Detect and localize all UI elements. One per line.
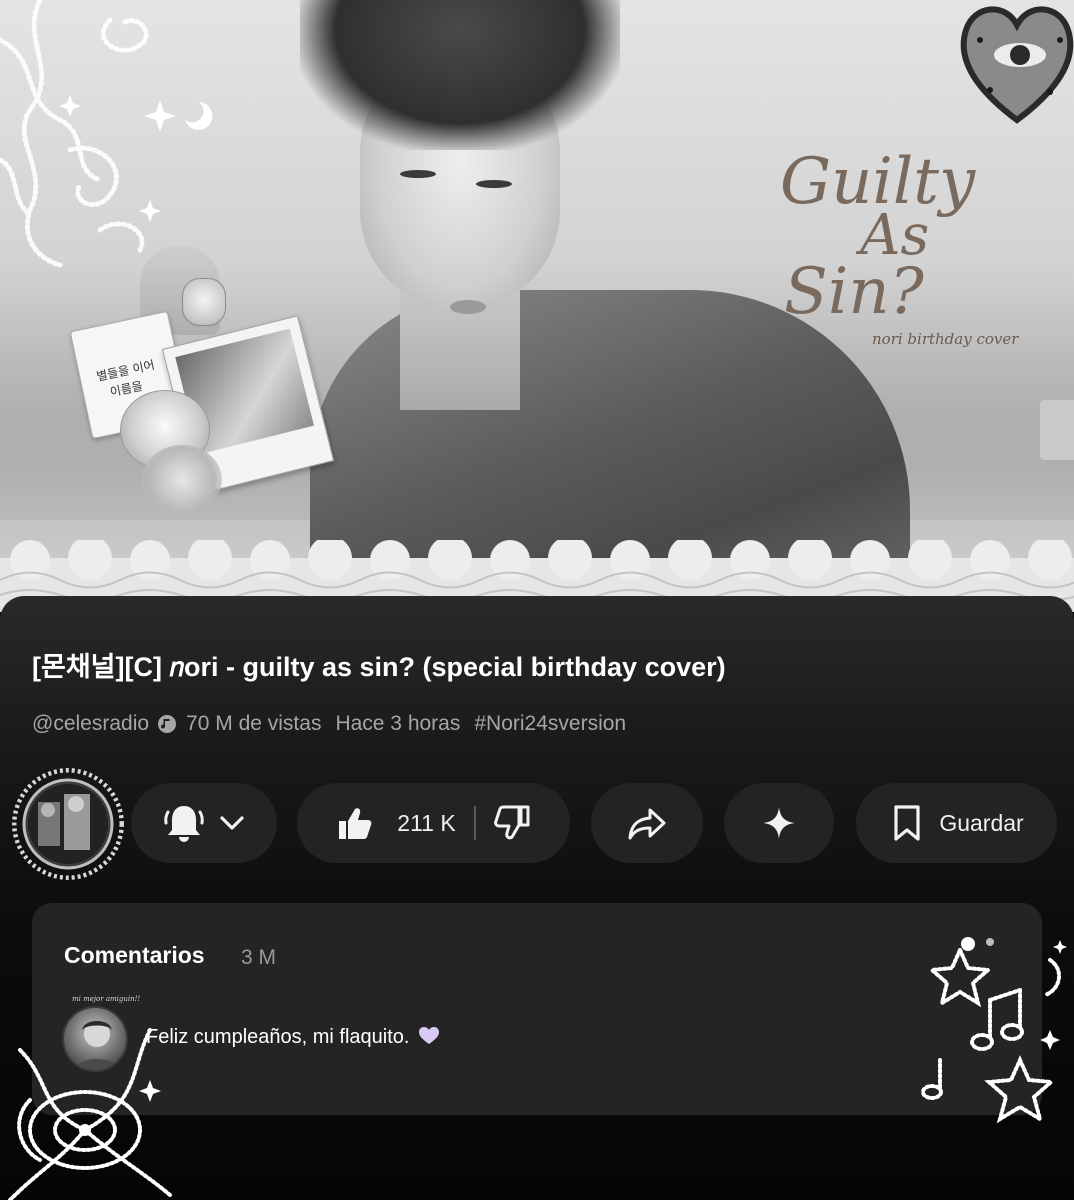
- share-button[interactable]: [591, 783, 703, 863]
- hair: [300, 0, 620, 150]
- share-icon: [628, 808, 666, 840]
- channel-avatar[interactable]: [12, 768, 124, 880]
- cover-title-line3: Sin?: [784, 255, 924, 329]
- like-dislike-group: 211 K: [297, 783, 570, 863]
- flower-decoration: [8, 1028, 172, 1200]
- stars-music-decoration: [921, 937, 1067, 1124]
- posted-time: Hace 3 horas: [335, 712, 461, 735]
- ask-ai-button[interactable]: [724, 783, 834, 863]
- heart-frame-eye-sticker: [960, 6, 1074, 124]
- thumbs-up-icon[interactable]: [335, 803, 375, 843]
- like-divider: [473, 806, 476, 840]
- save-button[interactable]: Guardar: [856, 783, 1057, 863]
- mouth: [450, 300, 486, 314]
- thumbs-down-icon[interactable]: [492, 803, 532, 843]
- cover-subtitle: nori birthday cover: [872, 330, 1019, 348]
- video-thumbnail[interactable]: 별들을 이어 이름을 Guilty As Sin? nori birthday …: [0, 0, 1074, 612]
- comments-title: Comentarios: [64, 942, 205, 968]
- verified-music-icon: [158, 715, 177, 733]
- background-outlet: [1040, 400, 1074, 460]
- like-count: 211 K: [397, 809, 456, 836]
- cover-title: Guilty As Sin? nori birthday cover: [780, 150, 1020, 350]
- video-metadata: @celesradio 70 M de vistas Hace 3 horas …: [32, 709, 626, 739]
- bookmark-icon: [894, 805, 920, 841]
- hashtag-link[interactable]: #Nori24sversion: [474, 712, 626, 736]
- chevron-down-icon: [220, 816, 244, 830]
- view-count: 70 M de vistas: [186, 712, 322, 735]
- comments-count: 3 M: [241, 946, 277, 969]
- right-eye: [476, 180, 512, 188]
- sparkle-icon: [763, 807, 795, 839]
- channel-handle[interactable]: @celesradio: [32, 712, 149, 736]
- save-label: Guardar: [939, 809, 1024, 836]
- heart-icon: [419, 1027, 440, 1044]
- bell-icon: [164, 806, 204, 842]
- subscription-bell-button[interactable]: [131, 783, 277, 863]
- left-eye: [400, 170, 436, 178]
- rose-sticker: [142, 445, 222, 515]
- cat-sticker: [182, 278, 226, 326]
- video-title[interactable]: [몬채널][C] 𝑛ori - guilty as sin? (special …: [32, 645, 726, 684]
- swirl-decoration: [0, 0, 213, 268]
- commenter-note: mi mejor amiguin!!: [72, 995, 141, 1003]
